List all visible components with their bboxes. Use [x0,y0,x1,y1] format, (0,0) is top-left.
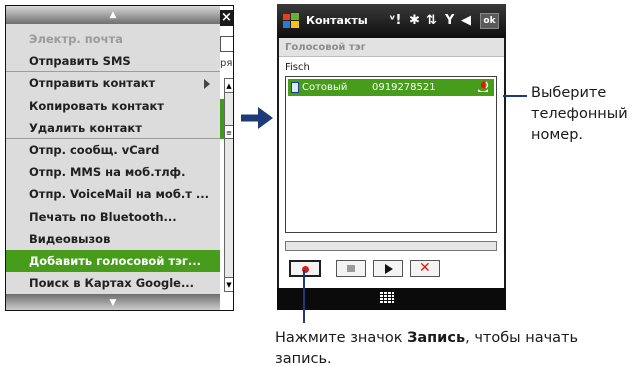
stop-button[interactable] [336,260,366,277]
softkey-bar [277,288,506,310]
callout-line-record-vertical [303,270,305,323]
callout-record: Нажмите значок Запись, чтобы начать запи… [275,328,615,366]
callout-line-3: номер. [531,127,584,143]
voice-tag-panel: Голосовой тэг Fisch Сотовый 0919278521 ✕ [279,38,504,288]
app-title: Контакты [306,14,368,27]
menu-item-google-maps[interactable]: Поиск в Картах Google... [6,272,220,294]
left-screenshot: × ря ▲ ≡ ▼ ▲ Электр. почта Отправить SMS… [5,5,234,311]
menu-item-send-mms[interactable]: Отпр. MMS на моб.тлф. [6,161,220,183]
menu-item-add-voice-tag[interactable]: Добавить голосовой тэг... [6,249,220,273]
title-bar: Контакты ᵛ! ✱ ⇅ Y ◀ ok [277,4,506,38]
play-icon [385,264,393,274]
menu-item-label: Отправить контакт [29,76,156,91]
volume-icon[interactable]: ◀ [461,12,471,30]
menu-scroll-up-button[interactable]: ▲ [6,6,220,24]
windows-start-icon[interactable] [282,12,300,30]
phone-type: Сотовый [302,82,348,93]
contact-name: Fisch [285,62,310,73]
play-button[interactable] [373,260,403,277]
phone-number: 0919278521 [372,82,436,93]
submenu-arrow-icon [204,79,210,90]
delete-button[interactable]: ✕ [410,260,440,277]
menu-scroll-down-button[interactable]: ▼ [6,294,220,310]
menu-scroll-up-icon: ▲ [109,10,117,20]
callout-record-prefix: Нажмите значок [275,330,408,346]
signal-call-icon[interactable]: ᵛ! [389,12,401,30]
close-icon[interactable]: × [219,10,233,26]
signal-strength-icon[interactable]: Y [445,12,454,30]
background-field-text: ря [220,58,233,69]
scroll-thumb[interactable]: ≡ [225,125,233,139]
scroll-up-icon[interactable]: ▲ [225,79,233,93]
menu-item-print-bluetooth[interactable]: Печать по Bluetooth... [6,206,220,228]
background-scrollbar[interactable]: ▲ ≡ ▼ [224,78,233,292]
stop-icon [347,265,355,272]
bluetooth-icon[interactable]: ✱ [409,12,420,30]
callout-line-2: телефонный [531,106,628,122]
phone-number-row[interactable]: Сотовый 0919278521 [288,79,494,96]
context-menu: ▲ Электр. почта Отправить SMS Отправить … [6,6,220,310]
menu-list: Электр. почта Отправить SMS Отправить ко… [6,28,220,294]
menu-item-delete-contact[interactable]: Удалить контакт [6,117,220,139]
callout-line-select-number [503,95,527,97]
voice-tag-icon [478,81,489,92]
page-title: Голосовой тэг [279,38,504,57]
mobile-phone-icon [291,82,299,93]
ok-button[interactable]: ok [480,13,499,29]
menu-item-send-sms[interactable]: Отправить SMS [6,50,220,73]
menu-scroll-down-icon: ▼ [109,298,117,308]
delete-icon: ✕ [419,260,431,276]
recording-progress-bar [285,241,497,251]
keyboard-icon[interactable] [380,292,394,305]
menu-item-copy-contact[interactable]: Копировать контакт [6,95,220,117]
phone-number-list[interactable]: Сотовый 0919278521 [285,76,497,233]
right-screenshot: Контакты ᵛ! ✱ ⇅ Y ◀ ok Голосовой тэг Fis… [277,4,506,310]
menu-item-video-call[interactable]: Видеовызов [6,228,220,250]
data-connection-icon[interactable]: ⇅ [426,12,437,30]
background-input-field [220,36,233,52]
menu-item-send-vcard[interactable]: Отпр. сообщ. vCard [6,139,220,161]
callout-record-bold: Запись [407,330,466,346]
scroll-down-icon[interactable]: ▼ [225,277,233,291]
transition-arrow-icon [241,107,273,129]
menu-item-send-contact[interactable]: Отправить контакт [6,72,220,94]
menu-item-send-voicemail[interactable]: Отпр. VoiceMail на моб.т ... [6,183,220,205]
record-button[interactable] [289,260,321,277]
menu-item-email: Электр. почта [29,32,123,46]
callout-select-number: Выберите телефонный номер. [531,83,631,146]
callout-line-1: Выберите [531,85,607,101]
